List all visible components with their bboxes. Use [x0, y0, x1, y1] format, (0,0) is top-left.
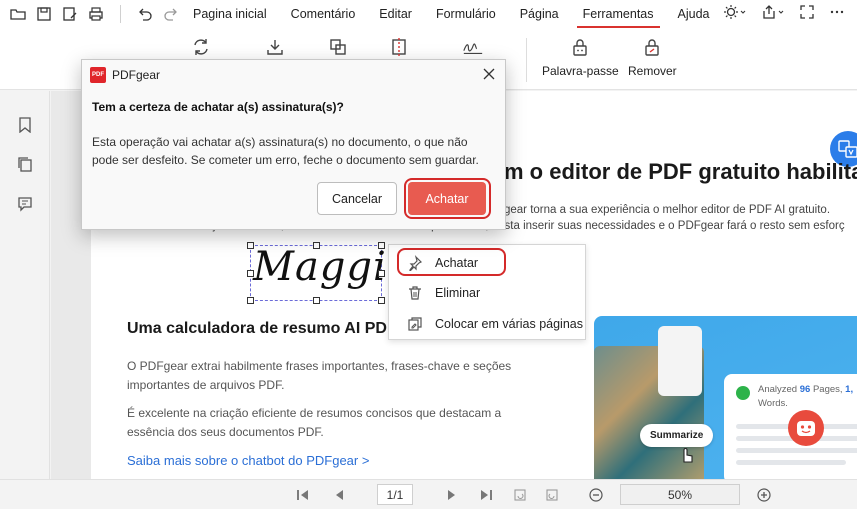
fullscreen-icon[interactable] [799, 4, 815, 20]
hero-text-line-1: gear torna a sua experiência o melhor ed… [504, 204, 831, 216]
zoom-level-field[interactable]: 50% [620, 484, 740, 505]
save-icon[interactable] [34, 4, 54, 24]
analyzed-text: Analyzed 96 Pages, 1, [758, 384, 854, 395]
highlight-outline [397, 248, 506, 276]
page-number-field[interactable]: 1/1 [377, 484, 413, 505]
more-icon[interactable] [829, 4, 845, 20]
resize-handle[interactable] [313, 242, 320, 249]
paragraph-2: É excelente na criação eficiente de resu… [127, 406, 502, 439]
overlap-squares-icon [327, 36, 349, 58]
resize-handle[interactable] [313, 297, 320, 304]
placeholder-line [736, 448, 857, 453]
summarize-pill: Summarize [640, 424, 714, 447]
ribbon-separator [526, 38, 527, 82]
lock-icon [569, 36, 591, 58]
placeholder-line [736, 460, 846, 465]
resize-handle[interactable] [378, 270, 385, 277]
window-controls [723, 4, 845, 20]
ctx-place-on-pages[interactable]: Colocar em várias páginas [389, 309, 587, 339]
redo-icon[interactable] [161, 4, 181, 24]
split-page-icon [388, 36, 410, 58]
password-label: Palavra-passe [542, 64, 619, 78]
last-page-icon[interactable] [477, 486, 495, 504]
trash-icon [406, 284, 424, 302]
resize-handle[interactable] [247, 297, 254, 304]
resize-handle[interactable] [378, 242, 385, 249]
cancel-button[interactable]: Cancelar [317, 182, 397, 215]
resize-handle[interactable] [247, 270, 254, 277]
remove-label: Remover [628, 64, 677, 78]
signature-icon [462, 36, 484, 58]
save-as-icon[interactable] [60, 4, 80, 24]
resize-handle[interactable] [247, 242, 254, 249]
split-tool-button[interactable] [388, 36, 410, 58]
left-sidebar [0, 91, 50, 509]
signature-tool-button[interactable] [462, 36, 484, 58]
rotate-left-icon[interactable] [511, 486, 529, 504]
promo-illustration: Analyzed 96 Pages, 1, Words. Summarize [594, 316, 857, 479]
ctx-delete[interactable]: Eliminar [389, 278, 587, 308]
context-menu: Achatar Eliminar Colocar em várias págin… [388, 244, 586, 340]
multi-page-edit-icon [406, 315, 424, 333]
next-page-icon[interactable] [443, 486, 461, 504]
resize-handle[interactable] [378, 297, 385, 304]
password-button[interactable]: Palavra-passe [542, 36, 619, 78]
paragraph-1: O PDFgear extrai habilmente frases impor… [127, 359, 512, 392]
remove-password-button[interactable]: Remover [628, 36, 677, 78]
menu-editar[interactable]: Editar [371, 3, 420, 25]
print-icon[interactable] [86, 4, 106, 24]
dialog-question: Tem a certeza de achatar a(s) assinatura… [92, 100, 344, 114]
refresh-icon [190, 36, 212, 58]
words-text: Words. [758, 398, 788, 409]
chatbot-link[interactable]: Saiba mais sobre o chatbot do PDFgear > [127, 453, 369, 468]
convert-tool-button[interactable] [190, 36, 212, 58]
rotate-right-icon[interactable] [543, 486, 561, 504]
pdfgear-logo-icon: PDF [90, 67, 106, 83]
previous-page-icon[interactable] [330, 486, 348, 504]
menu-bar: Pagina inicial Comentário Editar Formulá… [0, 0, 857, 28]
menu-ferramentas[interactable]: Ferramentas [575, 3, 662, 28]
check-icon [736, 386, 750, 400]
undo-icon[interactable] [135, 4, 155, 24]
ctx-delete-label: Eliminar [435, 286, 481, 300]
first-page-icon[interactable] [294, 486, 312, 504]
folder-icon[interactable] [8, 4, 28, 24]
main-menu: Pagina inicial Comentário Editar Formulá… [185, 3, 725, 28]
menu-formulario[interactable]: Formulário [428, 3, 504, 25]
merge-tool-button[interactable] [327, 36, 349, 58]
menu-pagina-inicial[interactable]: Pagina inicial [185, 3, 275, 25]
flatten-confirm-button[interactable]: Achatar [408, 182, 486, 215]
quick-access-toolbar [0, 4, 181, 24]
section-title: Uma calculadora de resumo AI PDF [127, 320, 397, 337]
close-icon[interactable] [481, 66, 497, 82]
ctx-place-label: Colocar em várias páginas [435, 317, 583, 331]
dialog-title: PDFgear [112, 68, 161, 82]
share-icon[interactable] [761, 4, 785, 20]
menu-comentario[interactable]: Comentário [283, 3, 364, 25]
hand-cursor-icon [678, 444, 696, 467]
document-icon [658, 326, 702, 396]
download-tool-button[interactable] [264, 36, 286, 58]
confirm-flatten-dialog: PDF PDFgear Tem a certeza de achatar a(s… [81, 59, 506, 230]
menu-pagina[interactable]: Página [512, 3, 567, 25]
hero-title: m o editor de PDF gratuito habilitad [504, 159, 857, 184]
theme-sun-icon[interactable] [723, 4, 747, 20]
thumbnails-icon[interactable] [15, 154, 35, 174]
zoom-in-icon[interactable] [755, 486, 773, 504]
dialog-titlebar: PDF PDFgear [90, 67, 160, 83]
dialog-message: Esta operação vai achatar a(s) assinatur… [92, 135, 479, 167]
menu-ajuda[interactable]: Ajuda [670, 3, 718, 25]
unlock-icon [641, 36, 663, 58]
chatbot-icon[interactable] [788, 410, 824, 446]
toolbar-separator [120, 5, 121, 23]
status-bar: 1/1 50% [0, 479, 857, 509]
download-icon [264, 36, 286, 58]
bookmark-icon[interactable] [15, 115, 35, 135]
zoom-out-icon[interactable] [587, 486, 605, 504]
signature-selection[interactable]: Maggie [247, 242, 410, 304]
comments-icon[interactable] [15, 194, 35, 214]
